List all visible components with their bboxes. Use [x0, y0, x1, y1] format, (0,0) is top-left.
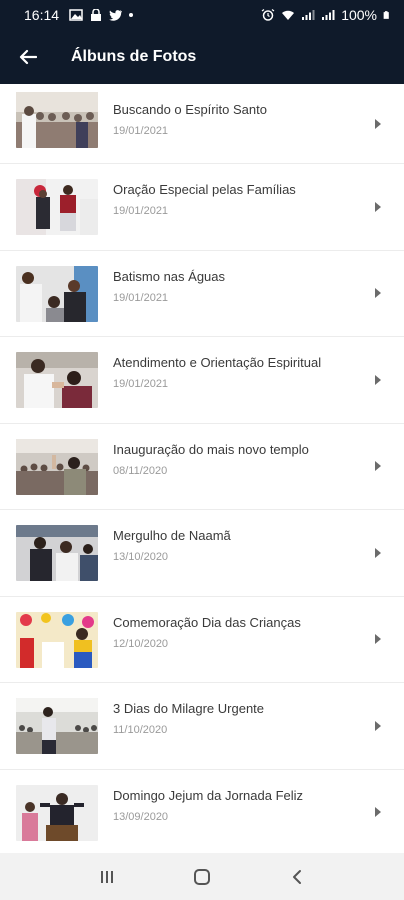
- album-title: 3 Dias do Milagre Urgente: [113, 701, 265, 716]
- recent-apps-button[interactable]: [87, 857, 127, 897]
- album-item[interactable]: Mergulho de Naamã 13/10/2020: [0, 510, 404, 597]
- album-date: 12/10/2020: [113, 637, 169, 650]
- chevron-right-icon: [375, 547, 381, 558]
- twitter-icon: [109, 10, 123, 21]
- lock-icon: [91, 9, 102, 21]
- album-date: 19/01/2021: [113, 205, 169, 217]
- album-thumbnail-image: [16, 698, 98, 754]
- album-info: Oração Especial pelas Famílias 19/01/202…: [113, 182, 364, 217]
- album-item[interactable]: Comemoração Dia das Crianças 12/10/2020: [0, 597, 404, 683]
- album-title: Oração Especial pelas Famílias: [113, 182, 296, 197]
- album-date: 19/01/2021: [113, 291, 169, 304]
- chevron-right-icon: [375, 374, 381, 385]
- system-nav-bar: [0, 853, 404, 900]
- album-thumbnail: [16, 352, 98, 408]
- chevron-right-icon: [375, 634, 381, 645]
- album-thumbnail: [16, 525, 98, 581]
- app-bar: Álbuns de Fotos: [0, 30, 404, 84]
- recent-apps-icon: [101, 870, 114, 883]
- album-title: Domingo Jejum da Jornada Feliz: [113, 787, 304, 803]
- album-info: Domingo Jejum da Jornada Feliz 13/09/202…: [113, 788, 364, 823]
- album-thumbnail: [16, 92, 98, 148]
- back-button[interactable]: [0, 30, 56, 84]
- signal-icon-2: [322, 10, 335, 20]
- signal-icon: [302, 10, 315, 20]
- album-thumbnail-image: [16, 525, 98, 581]
- album-thumbnail-image: [16, 179, 98, 235]
- dot-icon: [129, 13, 134, 17]
- album-info: Buscando o Espírito Santo 19/01/2021: [113, 102, 364, 137]
- album-item[interactable]: Batismo nas Águas 19/01/2021: [0, 251, 404, 337]
- alarm-icon: [261, 9, 275, 21]
- album-thumbnail-image: [16, 784, 98, 841]
- album-thumbnail: [16, 611, 98, 668]
- album-title: Mergulho de Naamã: [113, 528, 231, 543]
- album-thumbnail-image: [16, 611, 98, 668]
- chevron-right-icon: [375, 288, 381, 299]
- album-date: 19/01/2021: [113, 125, 169, 137]
- album-thumbnail: [16, 179, 98, 235]
- page-title: Álbuns de Fotos: [71, 48, 197, 65]
- album-thumbnail: [16, 438, 98, 495]
- status-left: 16:14: [24, 7, 134, 23]
- album-item[interactable]: 3 Dias do Milagre Urgente 11/10/2020: [0, 683, 404, 770]
- nav-back-button[interactable]: [277, 857, 317, 897]
- album-thumbnail-image: [16, 352, 98, 408]
- battery-percent: 100%: [341, 7, 377, 23]
- album-date: 13/09/2020: [113, 810, 169, 823]
- chevron-right-icon: [375, 461, 381, 472]
- album-thumbnail: [16, 784, 98, 841]
- album-item[interactable]: Inauguração do mais novo templo 08/11/20…: [0, 424, 404, 510]
- album-thumbnail-image: [16, 92, 98, 148]
- chevron-right-icon: [375, 720, 381, 731]
- album-item[interactable]: Buscando o Espírito Santo 19/01/2021: [0, 84, 404, 164]
- album-thumbnail-image: [16, 438, 98, 495]
- album-title: Buscando o Espírito Santo: [113, 102, 267, 117]
- album-thumbnail: [16, 698, 98, 754]
- status-right: 100%: [261, 7, 392, 23]
- album-item[interactable]: Atendimento e Orientação Espiritual 19/0…: [0, 337, 404, 424]
- status-time: 16:14: [24, 7, 60, 23]
- album-info: 3 Dias do Milagre Urgente 11/10/2020: [113, 701, 364, 736]
- battery-icon: [383, 11, 389, 19]
- album-title: Inauguração do mais novo templo: [113, 441, 309, 457]
- chevron-right-icon: [375, 118, 381, 129]
- home-button[interactable]: [182, 857, 222, 897]
- album-date: 19/01/2021: [113, 378, 169, 390]
- arrow-left-icon: [19, 49, 37, 65]
- album-title: Atendimento e Orientação Espiritual: [113, 355, 322, 370]
- album-list[interactable]: Buscando o Espírito Santo 19/01/2021 Ora…: [0, 84, 404, 853]
- chevron-right-icon: [375, 201, 381, 212]
- album-thumbnail: [16, 265, 98, 322]
- wifi-icon: [282, 10, 295, 20]
- album-date: 11/10/2020: [113, 724, 168, 736]
- album-thumbnail-image: [16, 265, 98, 322]
- album-info: Inauguração do mais novo templo 08/11/20…: [113, 442, 364, 477]
- album-item[interactable]: Oração Especial pelas Famílias 19/01/202…: [0, 164, 404, 251]
- album-info: Batismo nas Águas 19/01/2021: [113, 269, 364, 304]
- album-info: Mergulho de Naamã 13/10/2020: [113, 528, 364, 563]
- album-info: Comemoração Dia das Crianças 12/10/2020: [113, 615, 364, 650]
- status-bar: 16:14 100%: [0, 0, 404, 30]
- album-info: Atendimento e Orientação Espiritual 19/0…: [113, 355, 364, 390]
- chevron-right-icon: [375, 807, 381, 818]
- image-icon: [69, 9, 83, 21]
- album-date: 13/10/2020: [113, 551, 169, 563]
- back-icon: [292, 869, 301, 884]
- album-title: Comemoração Dia das Crianças: [113, 614, 301, 630]
- home-icon: [193, 868, 210, 885]
- album-item[interactable]: Domingo Jejum da Jornada Feliz 13/09/202…: [0, 770, 404, 854]
- album-date: 08/11/2020: [113, 464, 168, 477]
- album-title: Batismo nas Águas: [113, 268, 226, 284]
